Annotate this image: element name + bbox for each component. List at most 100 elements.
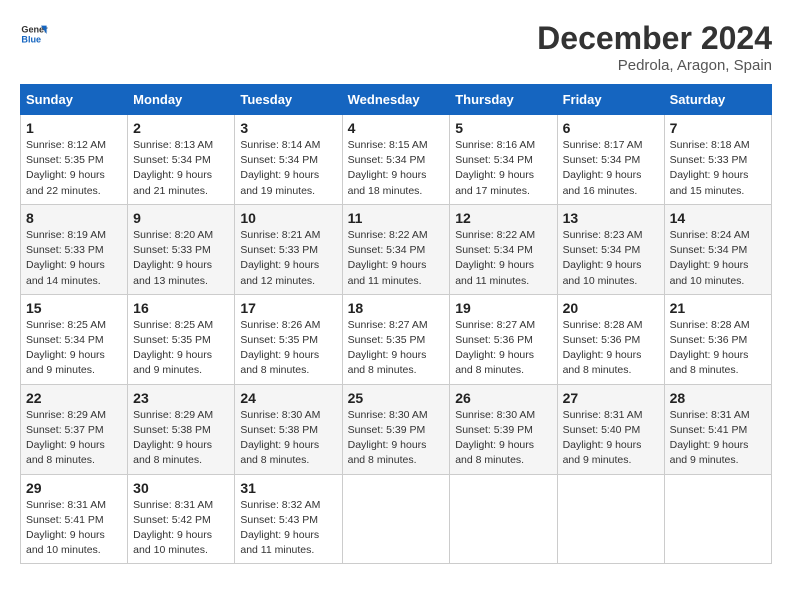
day-cell-1: 1 Sunrise: 8:12 AMSunset: 5:35 PMDaylight…: [21, 115, 128, 205]
day-cell-2: 2 Sunrise: 8:13 AMSunset: 5:34 PMDaylight…: [128, 115, 235, 205]
day-cell-23: 23Sunrise: 8:29 AMSunset: 5:38 PMDayligh…: [128, 384, 235, 474]
day-number: 22: [26, 390, 122, 406]
day-cell-25: 25 Sunrise: 8:30 AMSunset: 5:39 PMDayligh…: [342, 384, 450, 474]
day-cell-17: 17Sunrise: 8:26 AMSunset: 5:35 PMDayligh…: [235, 294, 342, 384]
day-cell-15: 15 Sunrise: 8:25 AMSunset: 5:34 PMDayligh…: [21, 294, 128, 384]
day-detail: Sunrise: 8:15 AMSunset: 5:34 PMDaylight:…: [348, 138, 445, 199]
header: General Blue December 2024 Pedrola, Arag…: [20, 20, 772, 74]
day-cell-7: 7 Sunrise: 8:18 AMSunset: 5:33 PMDaylight…: [664, 115, 771, 205]
day-detail: Sunrise: 8:25 AMSunset: 5:34 PMDaylight:…: [26, 318, 122, 379]
day-number: 29: [26, 480, 122, 496]
day-number: 10: [240, 210, 336, 226]
day-detail: Sunrise: 8:31 AMSunset: 5:40 PMDaylight:…: [563, 408, 659, 469]
day-detail: Sunrise: 8:18 AMSunset: 5:33 PMDaylight:…: [670, 138, 766, 199]
day-detail: Sunrise: 8:32 AMSunset: 5:43 PMDaylight:…: [240, 498, 336, 559]
empty-cell: [557, 474, 664, 564]
day-number: 21: [670, 300, 766, 316]
day-cell-18: 18 Sunrise: 8:27 AMSunset: 5:35 PMDayligh…: [342, 294, 450, 384]
day-number: 1: [26, 120, 122, 136]
day-cell-20: 20 Sunrise: 8:28 AMSunset: 5:36 PMDayligh…: [557, 294, 664, 384]
day-cell-19: 19 Sunrise: 8:27 AMSunset: 5:36 PMDayligh…: [450, 294, 557, 384]
day-detail: Sunrise: 8:16 AMSunset: 5:34 PMDaylight:…: [455, 138, 551, 199]
day-cell-14: 14Sunrise: 8:24 AMSunset: 5:34 PMDayligh…: [664, 204, 771, 294]
day-number: 25: [348, 390, 445, 406]
day-number: 2: [133, 120, 229, 136]
day-number: 4: [348, 120, 445, 136]
day-cell-9: 9Sunrise: 8:20 AMSunset: 5:33 PMDaylight…: [128, 204, 235, 294]
week-row-5: 29 Sunrise: 8:31 AMSunset: 5:41 PMDayligh…: [21, 474, 772, 564]
location-subtitle: Pedrola, Aragon, Spain: [537, 57, 772, 74]
day-cell-29: 29 Sunrise: 8:31 AMSunset: 5:41 PMDayligh…: [21, 474, 128, 564]
day-number: 5: [455, 120, 551, 136]
col-header-thursday: Thursday: [450, 85, 557, 115]
day-number: 13: [563, 210, 659, 226]
day-number: 16: [133, 300, 229, 316]
day-detail: Sunrise: 8:19 AMSunset: 5:33 PMDaylight:…: [26, 228, 122, 289]
header-row: SundayMondayTuesdayWednesdayThursdayFrid…: [21, 85, 772, 115]
day-number: 3: [240, 120, 336, 136]
day-cell-22: 22 Sunrise: 8:29 AMSunset: 5:37 PMDayligh…: [21, 384, 128, 474]
day-number: 14: [670, 210, 766, 226]
day-detail: Sunrise: 8:21 AMSunset: 5:33 PMDaylight:…: [240, 228, 336, 289]
day-detail: Sunrise: 8:22 AMSunset: 5:34 PMDaylight:…: [348, 228, 445, 289]
day-cell-28: 28 Sunrise: 8:31 AMSunset: 5:41 PMDayligh…: [664, 384, 771, 474]
day-detail: Sunrise: 8:26 AMSunset: 5:35 PMDaylight:…: [240, 318, 336, 379]
col-header-saturday: Saturday: [664, 85, 771, 115]
day-detail: Sunrise: 8:12 AMSunset: 5:35 PMDaylight:…: [26, 138, 122, 199]
day-number: 24: [240, 390, 336, 406]
day-number: 9: [133, 210, 229, 226]
title-area: December 2024 Pedrola, Aragon, Spain: [537, 20, 772, 74]
logo-icon: General Blue: [20, 20, 48, 48]
empty-cell: [450, 474, 557, 564]
day-cell-13: 13Sunrise: 8:23 AMSunset: 5:34 PMDayligh…: [557, 204, 664, 294]
week-row-1: 1 Sunrise: 8:12 AMSunset: 5:35 PMDaylight…: [21, 115, 772, 205]
day-detail: Sunrise: 8:13 AMSunset: 5:34 PMDaylight:…: [133, 138, 229, 199]
day-number: 19: [455, 300, 551, 316]
day-cell-6: 6 Sunrise: 8:17 AMSunset: 5:34 PMDaylight…: [557, 115, 664, 205]
calendar-table: SundayMondayTuesdayWednesdayThursdayFrid…: [20, 84, 772, 564]
day-cell-5: 5 Sunrise: 8:16 AMSunset: 5:34 PMDaylight…: [450, 115, 557, 205]
day-cell-4: 4 Sunrise: 8:15 AMSunset: 5:34 PMDaylight…: [342, 115, 450, 205]
day-detail: Sunrise: 8:27 AMSunset: 5:36 PMDaylight:…: [455, 318, 551, 379]
day-cell-16: 16Sunrise: 8:25 AMSunset: 5:35 PMDayligh…: [128, 294, 235, 384]
logo: General Blue: [20, 20, 48, 48]
day-detail: Sunrise: 8:30 AMSunset: 5:39 PMDaylight:…: [348, 408, 445, 469]
day-detail: Sunrise: 8:30 AMSunset: 5:38 PMDaylight:…: [240, 408, 336, 469]
day-cell-12: 12 Sunrise: 8:22 AMSunset: 5:34 PMDayligh…: [450, 204, 557, 294]
day-cell-24: 24 Sunrise: 8:30 AMSunset: 5:38 PMDayligh…: [235, 384, 342, 474]
day-number: 7: [670, 120, 766, 136]
col-header-monday: Monday: [128, 85, 235, 115]
col-header-friday: Friday: [557, 85, 664, 115]
day-detail: Sunrise: 8:22 AMSunset: 5:34 PMDaylight:…: [455, 228, 551, 289]
day-number: 15: [26, 300, 122, 316]
day-number: 12: [455, 210, 551, 226]
day-detail: Sunrise: 8:31 AMSunset: 5:42 PMDaylight:…: [133, 498, 229, 559]
week-row-4: 22 Sunrise: 8:29 AMSunset: 5:37 PMDayligh…: [21, 384, 772, 474]
day-cell-3: 3Sunrise: 8:14 AMSunset: 5:34 PMDaylight…: [235, 115, 342, 205]
day-number: 27: [563, 390, 659, 406]
svg-text:Blue: Blue: [21, 34, 41, 44]
day-number: 26: [455, 390, 551, 406]
week-row-2: 8Sunrise: 8:19 AMSunset: 5:33 PMDaylight…: [21, 204, 772, 294]
col-header-wednesday: Wednesday: [342, 85, 450, 115]
day-detail: Sunrise: 8:31 AMSunset: 5:41 PMDaylight:…: [670, 408, 766, 469]
month-title: December 2024: [537, 20, 772, 57]
day-number: 18: [348, 300, 445, 316]
day-detail: Sunrise: 8:29 AMSunset: 5:37 PMDaylight:…: [26, 408, 122, 469]
day-detail: Sunrise: 8:28 AMSunset: 5:36 PMDaylight:…: [670, 318, 766, 379]
day-cell-21: 21 Sunrise: 8:28 AMSunset: 5:36 PMDayligh…: [664, 294, 771, 384]
day-detail: Sunrise: 8:31 AMSunset: 5:41 PMDaylight:…: [26, 498, 122, 559]
col-header-tuesday: Tuesday: [235, 85, 342, 115]
day-number: 30: [133, 480, 229, 496]
day-number: 20: [563, 300, 659, 316]
day-number: 28: [670, 390, 766, 406]
day-number: 6: [563, 120, 659, 136]
day-cell-30: 30 Sunrise: 8:31 AMSunset: 5:42 PMDayligh…: [128, 474, 235, 564]
day-cell-26: 26Sunrise: 8:30 AMSunset: 5:39 PMDayligh…: [450, 384, 557, 474]
day-detail: Sunrise: 8:17 AMSunset: 5:34 PMDaylight:…: [563, 138, 659, 199]
day-detail: Sunrise: 8:29 AMSunset: 5:38 PMDaylight:…: [133, 408, 229, 469]
empty-cell: [664, 474, 771, 564]
day-detail: Sunrise: 8:28 AMSunset: 5:36 PMDaylight:…: [563, 318, 659, 379]
day-detail: Sunrise: 8:27 AMSunset: 5:35 PMDaylight:…: [348, 318, 445, 379]
col-header-sunday: Sunday: [21, 85, 128, 115]
